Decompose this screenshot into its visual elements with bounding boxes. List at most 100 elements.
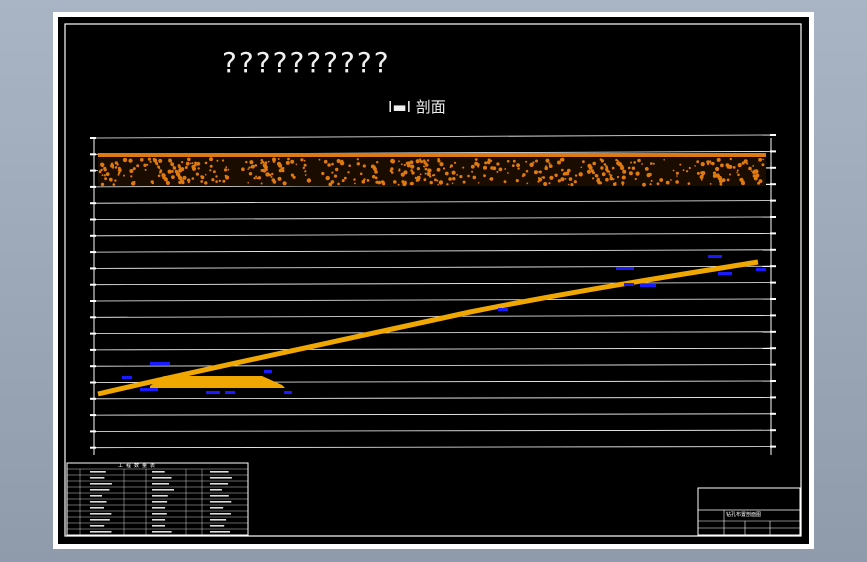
soil-dot: [687, 182, 691, 185]
soil-dot: [682, 169, 685, 172]
soil-dot: [143, 163, 147, 167]
soil-dot: [265, 172, 270, 177]
table-cell-text-mark: [152, 489, 174, 491]
soil-dot: [227, 168, 230, 171]
soil-dot: [533, 170, 538, 175]
soil-dot: [331, 171, 334, 174]
soil-dot: [487, 158, 491, 162]
section-line: [95, 429, 771, 432]
soil-dot: [496, 162, 500, 166]
table-cell-text-mark: [90, 501, 107, 503]
table-cell-text-mark: [210, 507, 224, 509]
soil-dot: [726, 178, 730, 182]
soil-dot: [595, 174, 599, 178]
section-line: [95, 282, 771, 286]
soil-dot: [525, 160, 528, 163]
section-line: [95, 200, 771, 204]
soil-dot: [303, 163, 307, 167]
soil-dot: [339, 161, 345, 166]
soil-dot: [659, 178, 664, 182]
table-cell-text-mark: [152, 525, 165, 527]
soil-dot: [507, 172, 509, 174]
soil-dot: [347, 171, 350, 174]
soil-dot: [436, 167, 441, 172]
soil-dot: [592, 177, 595, 180]
soil-dot: [656, 182, 660, 186]
soil-dot: [603, 163, 607, 166]
soil-dot: [128, 158, 133, 163]
soil-dot: [181, 181, 185, 185]
soil-dot: [248, 172, 253, 176]
soil-dot: [663, 159, 665, 161]
soil-dot: [574, 174, 578, 177]
soil-dot: [158, 158, 163, 163]
soil-dot: [200, 180, 204, 183]
section-line: [95, 364, 771, 367]
soil-dot: [290, 159, 295, 164]
soil-dot: [605, 165, 608, 168]
soil-dot: [633, 161, 636, 164]
soil-dot: [410, 164, 415, 169]
entry-pit: [150, 376, 285, 388]
soil-dot: [741, 161, 745, 165]
soil-dot: [512, 159, 516, 163]
soil-dot: [548, 162, 551, 165]
annotation-mark: [640, 284, 656, 287]
soil-dot: [729, 157, 732, 161]
soil-dot: [446, 173, 449, 176]
soil-dot: [758, 157, 762, 162]
soil-dot: [414, 176, 418, 180]
table-cell-text-mark: [90, 477, 105, 479]
soil-dot: [561, 168, 564, 172]
soil-dot: [241, 167, 245, 171]
annotation-mark: [206, 391, 220, 394]
soil-dot: [549, 175, 554, 180]
soil-dot: [711, 161, 715, 166]
soil-dot: [700, 162, 705, 167]
table-cell-text-mark: [90, 471, 106, 473]
soil-dot: [171, 175, 175, 180]
soil-dot: [450, 164, 453, 168]
table-cell-text-mark: [210, 513, 231, 515]
soil-dot: [331, 162, 334, 166]
section-line: [95, 298, 771, 302]
section-line: [95, 446, 771, 449]
soil-dot: [325, 175, 330, 181]
table-cell-text-mark: [152, 531, 172, 533]
soil-dot: [498, 167, 503, 172]
soil-dot: [158, 167, 161, 170]
soil-dot: [612, 178, 615, 181]
soil-dot: [588, 165, 593, 170]
soil-dot: [761, 163, 765, 167]
soil-dot: [433, 174, 436, 177]
soil-dot: [719, 182, 723, 186]
soil-dot: [144, 168, 147, 171]
soil-dot: [757, 181, 761, 185]
soil-dot: [459, 175, 463, 179]
soil-dot: [187, 157, 191, 162]
soil-dot: [376, 161, 379, 164]
soil-dot: [189, 162, 192, 165]
soil-dot: [290, 173, 294, 177]
table-cell-text-mark: [152, 471, 165, 473]
soil-dot: [398, 168, 401, 170]
soil-dot: [341, 179, 345, 183]
title-block-name: 钻孔布置剖面图: [726, 512, 762, 518]
soil-dot: [620, 165, 625, 171]
soil-dot: [511, 164, 515, 168]
soil-dot: [562, 172, 566, 176]
soil-dot: [187, 181, 190, 184]
soil-dot: [330, 180, 335, 184]
soil-dot: [608, 173, 611, 176]
soil-dot: [245, 160, 248, 164]
soil-dot: [592, 161, 596, 166]
soil-dot: [715, 166, 720, 172]
soil-dot: [516, 163, 520, 168]
soil-dot: [260, 162, 263, 165]
soil-dot: [104, 177, 107, 181]
section-line: [95, 347, 771, 351]
table-cell-text-mark: [210, 483, 229, 485]
soil-dot: [114, 166, 118, 169]
soil-dot: [700, 178, 703, 181]
section-line: [95, 331, 771, 335]
